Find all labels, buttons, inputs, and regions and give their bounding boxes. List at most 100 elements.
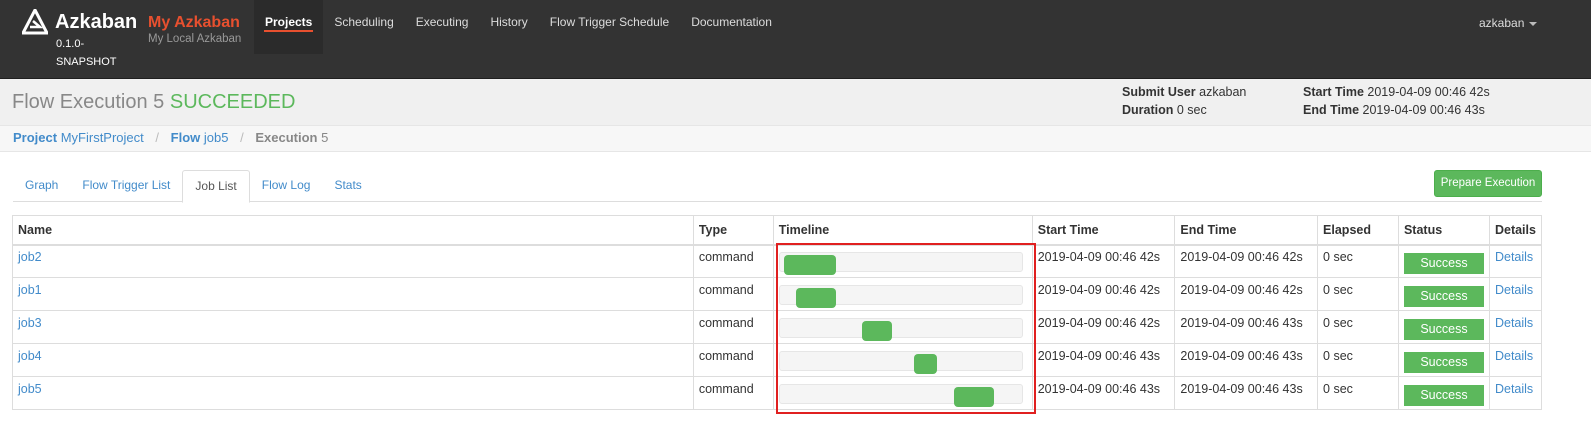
- breadcrumb-execution: Execution 5: [255, 130, 328, 145]
- nav-history[interactable]: History: [479, 0, 538, 54]
- job-type-cell: command: [692, 277, 774, 311]
- job-start-cell: 2019-04-09 00:46 43s: [1031, 376, 1176, 410]
- job-type-cell: command: [692, 310, 774, 344]
- details-link[interactable]: Details: [1495, 316, 1533, 330]
- active-underline: [264, 30, 314, 32]
- job-end-time: 2019-04-09 00:46 43s: [1180, 316, 1303, 330]
- job-start-time: 2019-04-09 00:46 42s: [1037, 250, 1161, 265]
- end-time-value: 2019-04-09 00:46 43s: [1362, 103, 1485, 117]
- table-row: job2 command 2019-04-09 00:46 42s 2019-04-0…: [12, 244, 1543, 278]
- job-name-cell: job1: [12, 277, 694, 311]
- user-name: azkaban: [1479, 16, 1525, 30]
- azkaban-logo-icon[interactable]: [22, 9, 48, 35]
- details-link[interactable]: Details: [1495, 283, 1533, 297]
- job-details-cell: Details: [1488, 343, 1543, 377]
- breadcrumb-separator: /: [240, 130, 244, 145]
- job-name-link[interactable]: job3: [18, 316, 42, 330]
- details-link[interactable]: Details: [1495, 349, 1533, 363]
- job-details-cell: Details: [1488, 310, 1543, 344]
- status-badge: Success: [1403, 253, 1484, 275]
- job-name-link[interactable]: job4: [18, 349, 42, 363]
- submit-user-label: Submit User: [1122, 85, 1196, 99]
- status-badge: Success: [1403, 352, 1484, 373]
- status-badge: Success: [1403, 385, 1484, 406]
- column-header-start-time[interactable]: Start Time: [1031, 215, 1176, 246]
- timeline-track: [778, 384, 1023, 407]
- job-end-time: 2019-04-09 00:46 42s: [1180, 283, 1303, 297]
- column-header-timeline[interactable]: Timeline: [772, 215, 1033, 246]
- job-start-time: 2019-04-09 00:46 42s: [1037, 283, 1161, 297]
- column-header-status[interactable]: Status: [1397, 215, 1490, 246]
- job-elapsed: 0 sec: [1323, 349, 1353, 363]
- prepare-execution-button[interactable]: Prepare Execution: [1434, 170, 1542, 197]
- timeline-track: [778, 252, 1023, 276]
- nav-projects[interactable]: Projects: [254, 0, 324, 54]
- column-header-name[interactable]: Name: [12, 215, 694, 246]
- job-timeline-cell: [772, 244, 1033, 278]
- column-header-type[interactable]: Type: [692, 215, 774, 246]
- user-menu[interactable]: azkaban: [1479, 16, 1538, 30]
- tab-stats[interactable]: Stats: [322, 170, 373, 202]
- job-name-link[interactable]: job1: [18, 283, 42, 297]
- breadcrumb-project-label: Project: [13, 130, 58, 145]
- table-row: job1 command 2019-04-09 00:46 42s 2019-04-0…: [12, 277, 1543, 311]
- job-end-cell: 2019-04-09 00:46 43s: [1174, 376, 1319, 410]
- breadcrumb-project[interactable]: Project MyFirstProject: [13, 130, 144, 145]
- status-badge: Success: [1403, 319, 1484, 340]
- tab-flow-log[interactable]: Flow Log: [250, 170, 323, 202]
- nav-scheduling[interactable]: Scheduling: [323, 0, 404, 54]
- column-header-details[interactable]: Details: [1488, 215, 1543, 246]
- nav-projects-label: Projects: [265, 15, 313, 29]
- job-name-cell: job2: [12, 244, 694, 278]
- job-elapsed: 0 sec: [1323, 382, 1353, 396]
- nav-flow-trigger-schedule[interactable]: Flow Trigger Schedule: [539, 0, 680, 54]
- breadcrumb-execution-value: 5: [321, 130, 329, 145]
- timeline-bar: [783, 255, 836, 276]
- timeline-track: [778, 285, 1023, 308]
- breadcrumb: Project MyFirstProject / Flow job5 / Exe…: [0, 125, 1591, 152]
- job-list-table: Name Type Timeline Start Time End Time E…: [12, 215, 1543, 410]
- job-timeline-cell: [772, 310, 1033, 344]
- execution-tabs: Graph Flow Trigger List Job List Flow Lo…: [13, 170, 1542, 203]
- details-link[interactable]: Details: [1495, 250, 1533, 264]
- submit-user-value: azkaban: [1199, 85, 1247, 99]
- job-type: command: [698, 283, 754, 297]
- table-row: job4 command 2019-04-09 00:46 43s 2019-04-0…: [12, 343, 1543, 377]
- column-header-elapsed[interactable]: Elapsed: [1317, 215, 1399, 246]
- job-type: command: [698, 382, 754, 396]
- column-header-end-time[interactable]: End Time: [1174, 215, 1319, 246]
- job-end-time: 2019-04-09 00:46 42s: [1180, 250, 1303, 265]
- job-name-link[interactable]: job5: [18, 382, 42, 396]
- job-name-link[interactable]: job2: [18, 250, 42, 264]
- job-start-cell: 2019-04-09 00:46 42s: [1031, 277, 1176, 311]
- details-link[interactable]: Details: [1495, 382, 1533, 396]
- tab-flow-trigger-list[interactable]: Flow Trigger List: [70, 170, 182, 202]
- job-timeline-cell: [772, 343, 1033, 377]
- job-end-time: 2019-04-09 00:46 43s: [1180, 349, 1303, 363]
- tab-graph[interactable]: Graph: [13, 170, 70, 202]
- job-end-cell: 2019-04-09 00:46 43s: [1174, 343, 1319, 377]
- status-badge: Success: [1403, 286, 1484, 307]
- site-subtitle: My Local Azkaban: [148, 33, 242, 45]
- job-status-cell: Success: [1397, 277, 1490, 311]
- job-details-cell: Details: [1488, 277, 1543, 311]
- job-status-cell: Success: [1397, 310, 1490, 344]
- job-type-cell: command: [692, 343, 774, 377]
- table-row: job3 command 2019-04-09 00:46 42s 2019-04-0…: [12, 310, 1543, 344]
- flow-status: SUCCEEDED: [169, 91, 296, 113]
- table-row: job5 command 2019-04-09 00:46 43s 2019-04-0…: [12, 376, 1543, 410]
- nav-documentation[interactable]: Documentation: [680, 0, 783, 54]
- job-end-cell: 2019-04-09 00:46 43s: [1174, 310, 1319, 344]
- job-status-cell: Success: [1397, 343, 1490, 377]
- job-type-cell: command: [692, 244, 774, 278]
- job-name-cell: job5: [12, 376, 694, 410]
- job-type: command: [698, 250, 754, 265]
- brand-name[interactable]: Azkaban: [55, 11, 137, 34]
- tab-job-list[interactable]: Job List: [182, 170, 250, 203]
- start-time-info: Start Time 2019-04-09 00:46 42s: [1303, 85, 1490, 99]
- end-time-info: End Time 2019-04-09 00:46 43s: [1303, 103, 1485, 117]
- nav-executing[interactable]: Executing: [405, 0, 480, 54]
- breadcrumb-flow[interactable]: Flow job5: [171, 130, 229, 145]
- brand-version: 0.1.0-SNAPSHOT: [56, 38, 117, 68]
- job-start-time: 2019-04-09 00:46 43s: [1037, 349, 1161, 363]
